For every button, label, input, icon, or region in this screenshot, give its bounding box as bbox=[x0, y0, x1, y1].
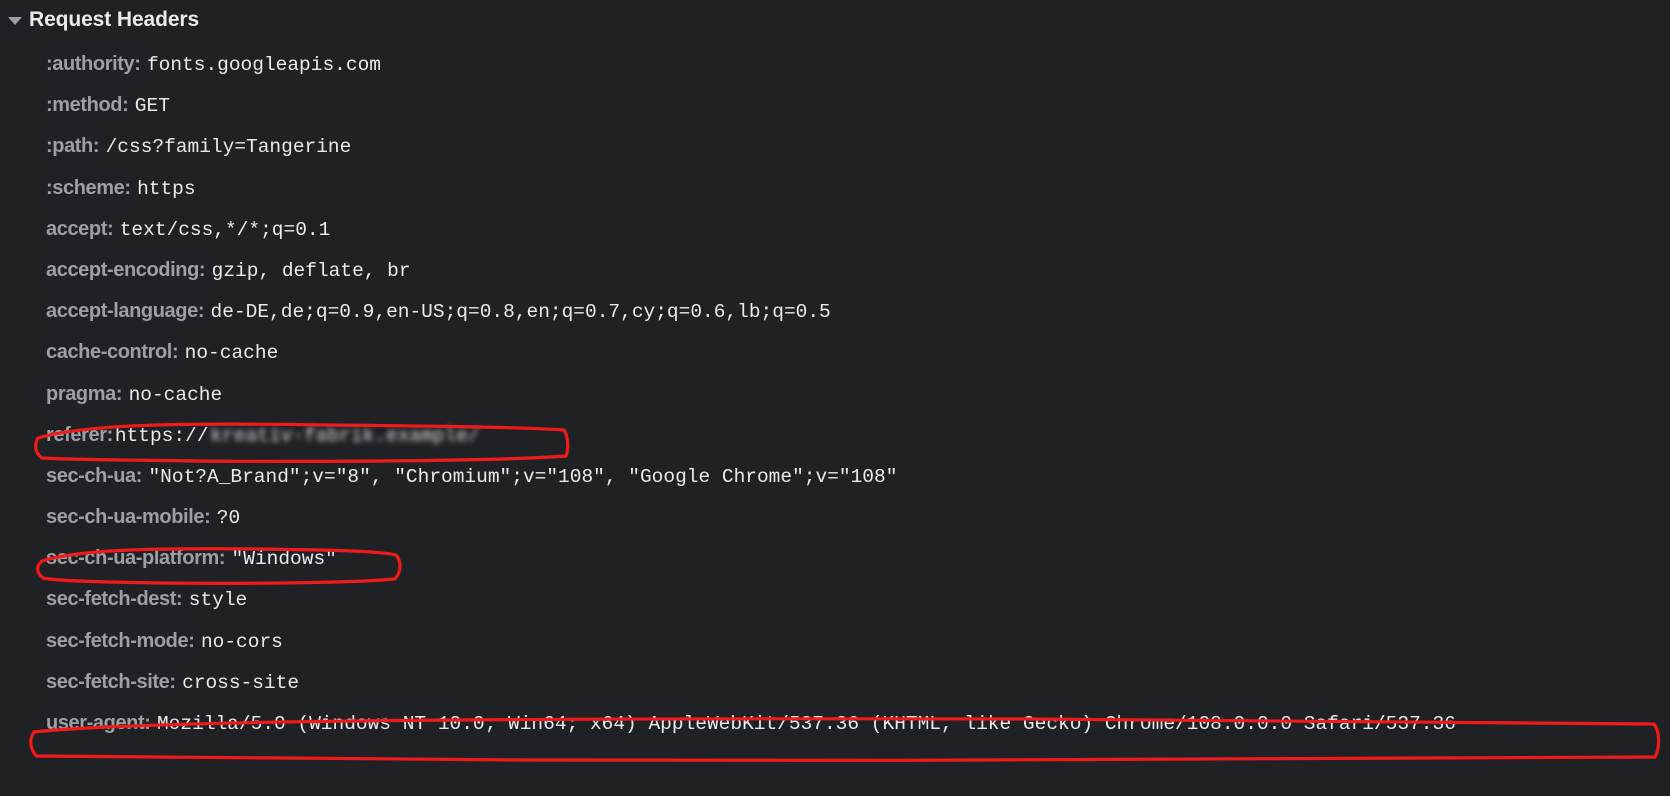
header-row-sec-ch-ua-platform[interactable]: sec-ch-ua-platform: "Windows" bbox=[46, 538, 1670, 579]
header-row-cache-control[interactable]: cache-control: no-cache bbox=[46, 332, 1670, 373]
header-value[interactable]: no-cache bbox=[183, 342, 279, 364]
header-value[interactable]: https bbox=[135, 178, 196, 200]
header-name: cache-control: bbox=[46, 341, 179, 364]
header-value[interactable]: GET bbox=[133, 95, 170, 117]
header-value[interactable]: text/css,*/*;q=0.1 bbox=[118, 219, 331, 241]
header-value[interactable]: de-DE,de;q=0.9,en-US;q=0.8,en;q=0.7,cy;q… bbox=[209, 301, 831, 323]
header-name: sec-ch-ua-mobile: bbox=[46, 506, 211, 529]
triangle-down-icon[interactable] bbox=[8, 17, 22, 25]
page-title: Request Headers bbox=[29, 8, 200, 31]
header-row-pragma[interactable]: pragma: no-cache bbox=[46, 374, 1670, 415]
header-name: accept: bbox=[46, 217, 114, 240]
header-value[interactable]: "Not?A_Brand";v="8", "Chromium";v="108",… bbox=[146, 466, 897, 488]
header-name: referer: bbox=[46, 423, 113, 446]
header-value[interactable]: gzip, deflate, br bbox=[210, 260, 411, 282]
header-value[interactable]: no-cache bbox=[127, 384, 223, 406]
header-value-redacted: kreativ-fabrik.example/ bbox=[210, 424, 480, 447]
header-name: :authority: bbox=[46, 53, 141, 75]
header-row-accept-language[interactable]: accept-language: de-DE,de;q=0.9,en-US;q=… bbox=[46, 291, 1670, 332]
header-row-sec-ch-ua-mobile[interactable]: sec-ch-ua-mobile: ?0 bbox=[46, 497, 1670, 538]
header-name: accept-language: bbox=[46, 300, 205, 323]
header-name: sec-ch-ua-platform: bbox=[46, 547, 226, 570]
header-row-sec-fetch-site[interactable]: sec-fetch-site: cross-site bbox=[46, 662, 1670, 703]
header-name: sec-fetch-dest: bbox=[46, 588, 183, 611]
header-value[interactable]: "Windows" bbox=[230, 548, 337, 570]
header-name: sec-fetch-mode: bbox=[46, 629, 195, 652]
header-row-authority[interactable]: :authority: fonts.googleapis.com bbox=[46, 44, 1670, 85]
header-value[interactable]: no-cors bbox=[199, 631, 283, 653]
header-row-method[interactable]: :method: GET bbox=[46, 85, 1670, 126]
header-value[interactable]: Mozilla/5.0 (Windows NT 10.0; Win64; x64… bbox=[155, 713, 1456, 735]
header-value[interactable]: style bbox=[187, 589, 248, 611]
header-name: sec-fetch-site: bbox=[46, 670, 176, 693]
headers-list: :authority: fonts.googleapis.com :method… bbox=[0, 40, 1670, 744]
header-value[interactable]: cross-site bbox=[180, 672, 299, 694]
header-name: pragma: bbox=[46, 382, 123, 405]
request-headers-panel: Request Headers :authority: fonts.google… bbox=[0, 0, 1670, 796]
header-row-sec-fetch-mode[interactable]: sec-fetch-mode: no-cors bbox=[46, 621, 1670, 662]
header-row-path[interactable]: :path: /css?family=Tangerine bbox=[46, 126, 1670, 167]
header-row-sec-fetch-dest[interactable]: sec-fetch-dest: style bbox=[46, 579, 1670, 620]
header-value[interactable]: ?0 bbox=[215, 507, 240, 529]
header-name: accept-encoding: bbox=[46, 258, 206, 281]
header-name: :path: bbox=[46, 135, 100, 158]
header-name: :scheme: bbox=[46, 176, 131, 199]
header-value[interactable]: https:// bbox=[113, 425, 209, 447]
header-row-referer[interactable]: referer: https://kreativ-fabrik.example/ bbox=[46, 415, 1670, 456]
header-name: :method: bbox=[46, 94, 129, 117]
header-name: sec-ch-ua: bbox=[46, 464, 143, 487]
header-row-accept-encoding[interactable]: accept-encoding: gzip, deflate, br bbox=[46, 250, 1670, 291]
header-row-scheme[interactable]: :scheme: https bbox=[46, 168, 1670, 209]
request-headers-section-header[interactable]: Request Headers bbox=[0, 0, 1670, 40]
header-row-accept[interactable]: accept: text/css,*/*;q=0.1 bbox=[46, 209, 1670, 250]
header-value[interactable]: fonts.googleapis.com bbox=[145, 54, 381, 76]
header-value[interactable]: /css?family=Tangerine bbox=[104, 136, 352, 158]
header-name: user-agent: bbox=[46, 712, 151, 734]
header-row-user-agent[interactable]: user-agent: Mozilla/5.0 (Windows NT 10.0… bbox=[46, 703, 1670, 744]
header-row-sec-ch-ua[interactable]: sec-ch-ua: "Not?A_Brand";v="8", "Chromiu… bbox=[46, 456, 1670, 497]
